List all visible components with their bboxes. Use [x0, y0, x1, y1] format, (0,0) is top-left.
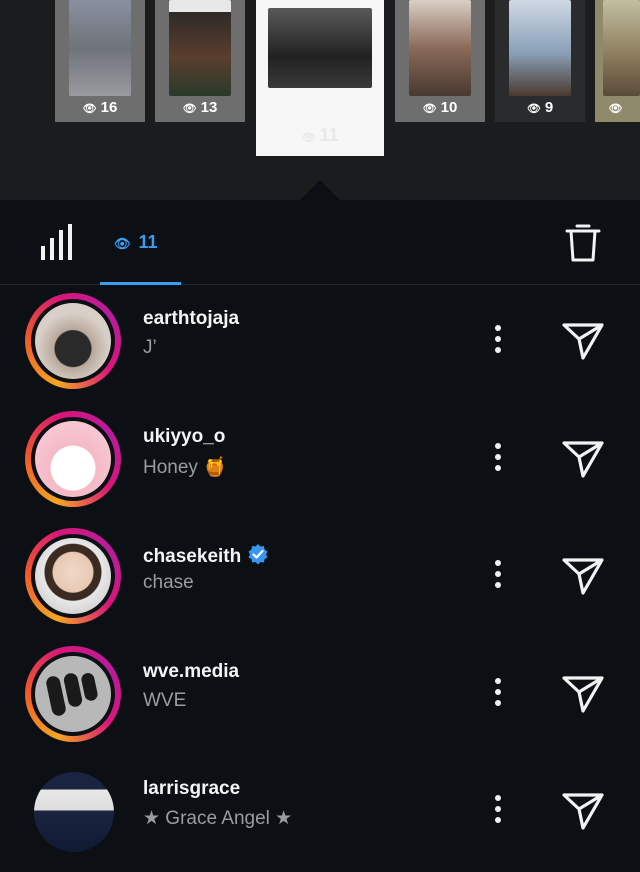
send-icon[interactable] [561, 439, 605, 479]
viewer-display-name: J’ [143, 337, 157, 358]
story-thumbnail[interactable]: 👁 [595, 0, 640, 122]
send-icon[interactable] [561, 791, 605, 831]
send-icon[interactable] [561, 321, 605, 361]
more-vertical-icon[interactable] [488, 676, 508, 708]
story-preview-image [603, 0, 640, 96]
more-vertical-icon[interactable] [488, 441, 508, 473]
wve-logo [46, 673, 98, 716]
avatar-frame [25, 763, 121, 859]
viewer-display-name: ★ Grace Angel ★ [143, 808, 293, 829]
viewer-row[interactable]: wve.media WVE [0, 638, 640, 755]
verified-badge-icon [248, 544, 268, 565]
eye-icon: 👁 [301, 132, 316, 144]
viewer-username[interactable]: chasekeith [143, 546, 241, 567]
story-thumbnail[interactable]: 👁 10 [395, 0, 485, 122]
story-ring [25, 411, 121, 507]
send-icon[interactable] [561, 556, 605, 596]
viewer-row[interactable]: larrisgrace ★ Grace Angel ★ [0, 755, 640, 872]
eye-icon: 👁 [526, 103, 541, 115]
story-ring [25, 293, 121, 389]
avatar[interactable] [35, 421, 111, 497]
send-icon[interactable] [561, 674, 605, 714]
more-vertical-icon[interactable] [488, 558, 508, 590]
bar-chart-icon[interactable] [40, 224, 74, 260]
tab-viewers[interactable]: 👁 11 [100, 200, 181, 285]
viewer-row[interactable]: ukiyyo_o Honey 🍯 [0, 403, 640, 520]
story-view-count: 11 [319, 125, 339, 145]
story-view-count: 13 [200, 99, 218, 116]
selection-pointer [300, 180, 340, 200]
story-preview-image [169, 0, 231, 96]
story-view-count: 16 [100, 99, 118, 116]
trash-icon[interactable] [565, 222, 601, 262]
viewer-row[interactable]: chasekeith chase [0, 520, 640, 637]
story-ring [25, 646, 121, 742]
eye-icon: 👁 [182, 103, 197, 115]
viewer-username[interactable]: larrisgrace [143, 778, 240, 800]
viewer-row[interactable]: earthtojaja J’ [0, 285, 640, 402]
viewer-username[interactable]: earthtojaja [143, 308, 239, 330]
story-view-count: 9 [544, 99, 554, 116]
more-vertical-icon[interactable] [488, 323, 508, 355]
viewer-display-name: Honey 🍯 [143, 457, 227, 478]
viewer-display-name: chase [143, 572, 194, 593]
story-thumbnail[interactable]: 👁 9 [495, 0, 585, 122]
viewer-count: 11 [138, 232, 158, 252]
story-preview-image [509, 0, 571, 96]
story-strip: 👁 16 👁 13 👁 11 👁 10 👁 9 👁 [0, 0, 640, 200]
viewer-username[interactable]: wve.media [143, 661, 239, 683]
story-thumbnail-selected[interactable]: 👁 11 [256, 0, 384, 156]
eye-icon: 👁 [82, 103, 97, 115]
avatar[interactable] [34, 772, 114, 852]
more-vertical-icon[interactable] [488, 793, 508, 825]
avatar[interactable] [35, 538, 111, 614]
story-preview-image [268, 8, 372, 88]
eye-icon: 👁 [114, 236, 131, 251]
story-preview-image [409, 0, 471, 96]
insights-tab-bar [0, 200, 640, 285]
story-thumbnail[interactable]: 👁 13 [155, 0, 245, 122]
eye-icon: 👁 [608, 103, 623, 115]
eye-icon: 👁 [422, 103, 437, 115]
story-view-count: 10 [440, 99, 458, 116]
viewer-username[interactable]: ukiyyo_o [143, 426, 225, 448]
avatar[interactable] [35, 656, 111, 732]
story-preview-image [69, 0, 131, 96]
story-thumbnail[interactable]: 👁 16 [55, 0, 145, 122]
story-ring [25, 528, 121, 624]
avatar[interactable] [35, 303, 111, 379]
viewer-display-name: WVE [143, 690, 187, 711]
